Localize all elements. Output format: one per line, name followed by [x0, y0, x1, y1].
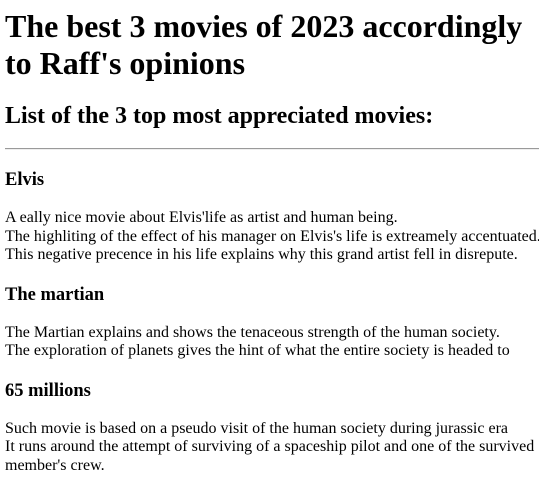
movie-description: A eally nice movie about Elvis'life as a… — [5, 209, 539, 265]
movie-title: The martian — [5, 284, 105, 305]
movie-the-martian: The martian The Martian explains and sho… — [5, 284, 539, 361]
description-line: The exploration of planets gives the hin… — [5, 342, 510, 359]
movie-title: 65 millions — [5, 380, 91, 401]
divider — [5, 148, 539, 150]
description-line: The Martian explains and shows the tenac… — [5, 323, 500, 341]
description-line: A eally nice movie about Elvis'life as a… — [5, 209, 398, 226]
page: The best 3 movies of 2023 accordingly to… — [5, 8, 539, 475]
movie-title: Elvis — [5, 170, 45, 190]
movie-description: The Martian explains and shows the tenac… — [5, 324, 539, 361]
page-subtitle: List of the 3 top most appreciated movie… — [5, 103, 434, 129]
movie-description: Such movie is based on a pseudo visit of… — [5, 420, 539, 476]
description-line: Such movie is based on a pseudo visit of… — [5, 419, 509, 437]
movie-elvis: Elvis A eally nice movie about Elvis'lif… — [5, 169, 539, 265]
description-line: This negative precence in his life expla… — [5, 246, 518, 263]
page-title: The best 3 movies of 2023 accordingly to… — [5, 8, 523, 81]
movie-65-millions: 65 millions Such movie is based on a pse… — [5, 380, 539, 476]
description-line: The highliting of the effect of his mana… — [5, 227, 539, 245]
description-line: It runs around the attempt of surviving … — [5, 438, 535, 474]
